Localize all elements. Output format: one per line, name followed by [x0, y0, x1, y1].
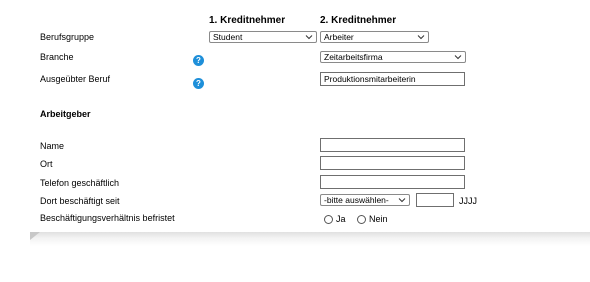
employer-section-title: Arbeitgeber	[40, 109, 91, 119]
occupation-group-select-borrower-1-value: Student	[213, 32, 243, 42]
year-format-hint: JJJJ	[459, 196, 477, 206]
employer-name-label: Name	[40, 141, 65, 151]
employer-name-input[interactable]	[320, 138, 465, 152]
employed-since-label: Dort beschäftigt seit	[40, 196, 120, 206]
employer-phone-label: Telefon geschäftlich	[40, 178, 120, 188]
fixed-term-no-radio[interactable]	[357, 215, 366, 224]
fixed-term-label: Beschäftigungsverhältnis befristet	[40, 213, 175, 223]
panel-shadow-corner	[30, 232, 40, 240]
employed-since-year-input[interactable]	[416, 193, 454, 207]
occupation-group-select-borrower-1[interactable]: Student	[209, 31, 317, 43]
industry-select-borrower-2[interactable]: Zeitarbeitsfirma	[320, 51, 466, 63]
industry-select-borrower-2-value: Zeitarbeitsfirma	[324, 52, 383, 62]
help-icon-industry[interactable]: ?	[193, 55, 204, 66]
chevron-down-icon	[417, 35, 425, 40]
employer-city-label: Ort	[40, 159, 53, 169]
employed-since-month-value: -bitte auswählen-	[324, 195, 389, 205]
employer-phone-input[interactable]	[320, 175, 465, 189]
fixed-term-yes-label[interactable]: Ja	[336, 214, 346, 224]
chevron-down-icon	[454, 55, 462, 60]
profession-input-borrower-2[interactable]: Produktionsmitarbeiterin	[320, 72, 465, 86]
occupation-group-select-borrower-2[interactable]: Arbeiter	[320, 31, 429, 43]
column-header-borrower-2: 2. Kreditnehmer	[320, 15, 397, 26]
column-header-borrower-1: 1. Kreditnehmer	[209, 15, 286, 26]
industry-label: Branche	[40, 52, 74, 62]
help-icon-profession[interactable]: ?	[193, 78, 204, 89]
employer-city-input[interactable]	[320, 156, 465, 170]
fixed-term-no-label[interactable]: Nein	[369, 214, 388, 224]
occupation-group-select-borrower-2-value: Arbeiter	[324, 32, 354, 42]
employed-since-month-select[interactable]: -bitte auswählen-	[320, 194, 410, 206]
panel-bottom-shadow	[30, 232, 590, 246]
fixed-term-yes-radio[interactable]	[324, 215, 333, 224]
occupation-group-label: Berufsgruppe	[40, 32, 95, 42]
profession-label: Ausgeübter Beruf	[40, 74, 111, 84]
chevron-down-icon	[305, 35, 313, 40]
chevron-down-icon	[398, 198, 406, 203]
